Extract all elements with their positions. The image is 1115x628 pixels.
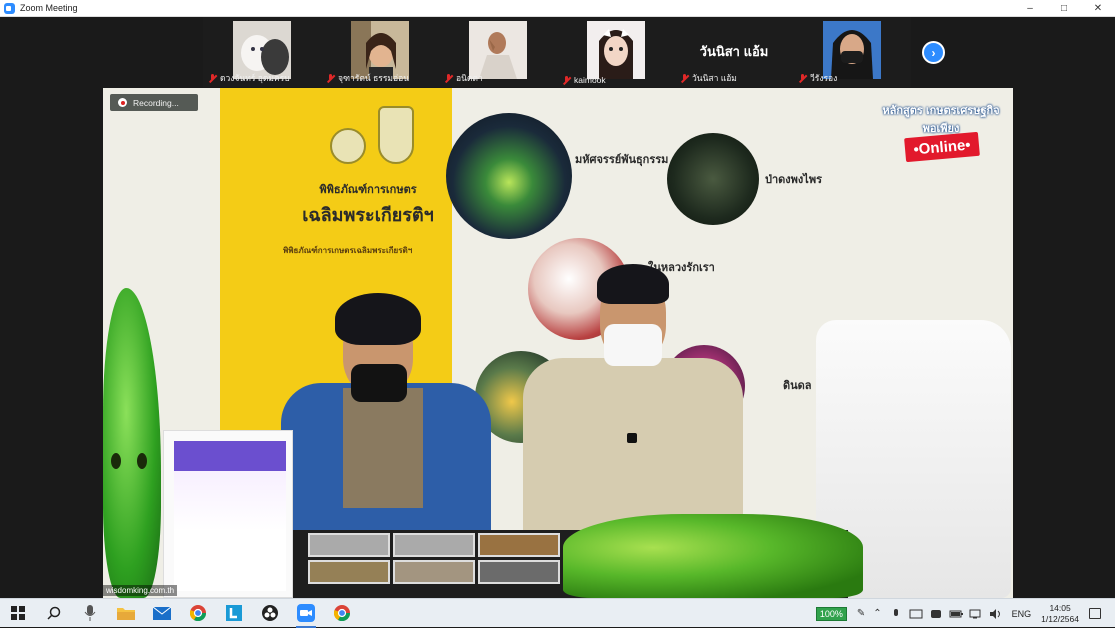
- soil-sample-box: [478, 560, 560, 584]
- participant-strip: ดวงจันทร์ อุดมครบ จุฑารัตน์ ธรรมอ่อน อนิ…: [203, 17, 913, 87]
- clock-time: 14:05: [1049, 602, 1071, 613]
- maximize-button[interactable]: □: [1047, 0, 1081, 17]
- muted-mic-icon: [680, 73, 689, 83]
- royal-emblem-logo: [378, 106, 414, 164]
- microphone-tray-icon[interactable]: [889, 608, 903, 619]
- window-controls: – □ ✕: [1013, 0, 1115, 17]
- participant-tile[interactable]: วันนิสา แอ้ม วันนิสา แอ้ม: [675, 17, 793, 87]
- museum-paragraph: พิพิธภัณฑ์การเกษตรเฉลิมพระเกียรติฯ: [283, 246, 413, 255]
- notification-icon[interactable]: [1089, 608, 1101, 619]
- language-indicator[interactable]: ENG: [1012, 609, 1032, 619]
- file-explorer-icon[interactable]: [108, 599, 144, 628]
- seedling-tray: [563, 514, 863, 598]
- search-icon[interactable]: [36, 599, 72, 628]
- participant-display-name: วันนิสา แอ้ม: [699, 44, 769, 59]
- participant-tile[interactable]: kaimook: [557, 17, 675, 87]
- participant-name: วีรังรอง: [810, 73, 838, 83]
- clock-date: 1/12/2564: [1041, 613, 1079, 624]
- minimize-button[interactable]: –: [1013, 0, 1047, 17]
- exhibit-label: ป่าดงพงไพร: [765, 174, 822, 186]
- green-mascot: [103, 288, 161, 598]
- bluetooth-icon[interactable]: [929, 609, 943, 619]
- mail-icon[interactable]: [144, 599, 180, 628]
- soil-sample-box: [393, 560, 475, 584]
- emblem-logo: [330, 128, 366, 164]
- security-icon[interactable]: [909, 609, 923, 619]
- participant-tile[interactable]: วีรังรอง: [793, 17, 911, 87]
- muted-mic-icon: [326, 73, 335, 83]
- clock[interactable]: 14:05 1/12/2564: [1041, 603, 1079, 625]
- system-tray: 100% ✎ ⌃ ENG 14:05 1/12/2564: [815, 599, 1115, 628]
- lapel-microphone: [627, 433, 637, 443]
- zoom-app-icon: [4, 2, 15, 14]
- pen-icon[interactable]: ✎: [857, 608, 865, 619]
- main-video: พิพิธภัณฑ์การเกษตร เฉลิมพระเกียรติฯ พิพิ…: [103, 88, 1013, 598]
- course-poster: [163, 430, 293, 598]
- volume-icon[interactable]: [989, 608, 1003, 619]
- soil-sample-box: [478, 533, 560, 557]
- participant-tile[interactable]: อนิตตา: [439, 17, 557, 87]
- video-watermark: wisdomking.com.th: [103, 585, 178, 596]
- muted-mic-icon: [444, 73, 453, 83]
- show-hidden-icons-icon[interactable]: ⌃: [873, 608, 881, 619]
- close-button[interactable]: ✕: [1081, 0, 1115, 17]
- obs-icon[interactable]: [252, 599, 288, 628]
- taskbar: 100% ✎ ⌃ ENG 14:05 1/12/2564: [0, 598, 1115, 628]
- participant-name: อนิตตา: [456, 73, 483, 83]
- participant-name: วันนิสา แอ้ม: [692, 73, 737, 83]
- exhibit-photo: [667, 133, 759, 225]
- meeting-area: ดวงจันทร์ อุดมครบ จุฑารัตน์ ธรรมอ่อน อนิ…: [0, 17, 1115, 598]
- muted-mic-icon: [208, 73, 217, 83]
- participant-name: ดวงจันทร์ อุดมครบ: [220, 73, 290, 83]
- exhibit-label: ดินดล: [783, 380, 812, 392]
- window-title: Zoom Meeting: [20, 3, 78, 13]
- muted-mic-icon: [562, 75, 571, 85]
- chrome-2-icon[interactable]: [324, 599, 360, 628]
- soil-sample-box: [393, 533, 475, 557]
- network-icon[interactable]: [969, 609, 983, 619]
- course-title: หลักสูตร เกษตรเศรษฐกิจพอเพียง: [882, 105, 1000, 135]
- microphone-icon[interactable]: [72, 599, 108, 628]
- online-badge: •Online•: [904, 131, 980, 163]
- muted-mic-icon: [798, 73, 807, 83]
- battery-percent[interactable]: 100%: [815, 606, 847, 621]
- window-titlebar: Zoom Meeting – □ ✕: [0, 0, 1115, 17]
- recording-indicator[interactable]: Recording...: [110, 94, 198, 111]
- participant-name: จุฑารัตน์ ธรรมอ่อน: [338, 73, 410, 83]
- museum-title: พิพิธภัณฑ์การเกษตร เฉลิมพระเกียรติฯ: [302, 184, 434, 225]
- record-icon: [118, 98, 127, 107]
- soil-sample-box: [308, 560, 390, 584]
- participant-tile[interactable]: ดวงจันทร์ อุดมครบ: [203, 17, 321, 87]
- windows-start-icon[interactable]: [0, 599, 36, 628]
- exhibit-photo: [446, 113, 572, 239]
- exhibit-label: มหัศจรรย์พันธุกรรม: [575, 154, 669, 166]
- recording-label: Recording...: [133, 97, 179, 108]
- l-app-icon[interactable]: [216, 599, 252, 628]
- participant-tile[interactable]: จุฑารัตน์ ธรรมอ่อน: [321, 17, 439, 87]
- battery-icon[interactable]: [949, 609, 963, 619]
- next-participants-button[interactable]: ›: [922, 41, 945, 64]
- soil-sample-box: [308, 533, 390, 557]
- participant-name: kaimook: [574, 75, 606, 85]
- zoom-icon[interactable]: [288, 599, 324, 628]
- participant-thumbnail: [587, 21, 645, 79]
- chrome-icon[interactable]: [180, 599, 216, 628]
